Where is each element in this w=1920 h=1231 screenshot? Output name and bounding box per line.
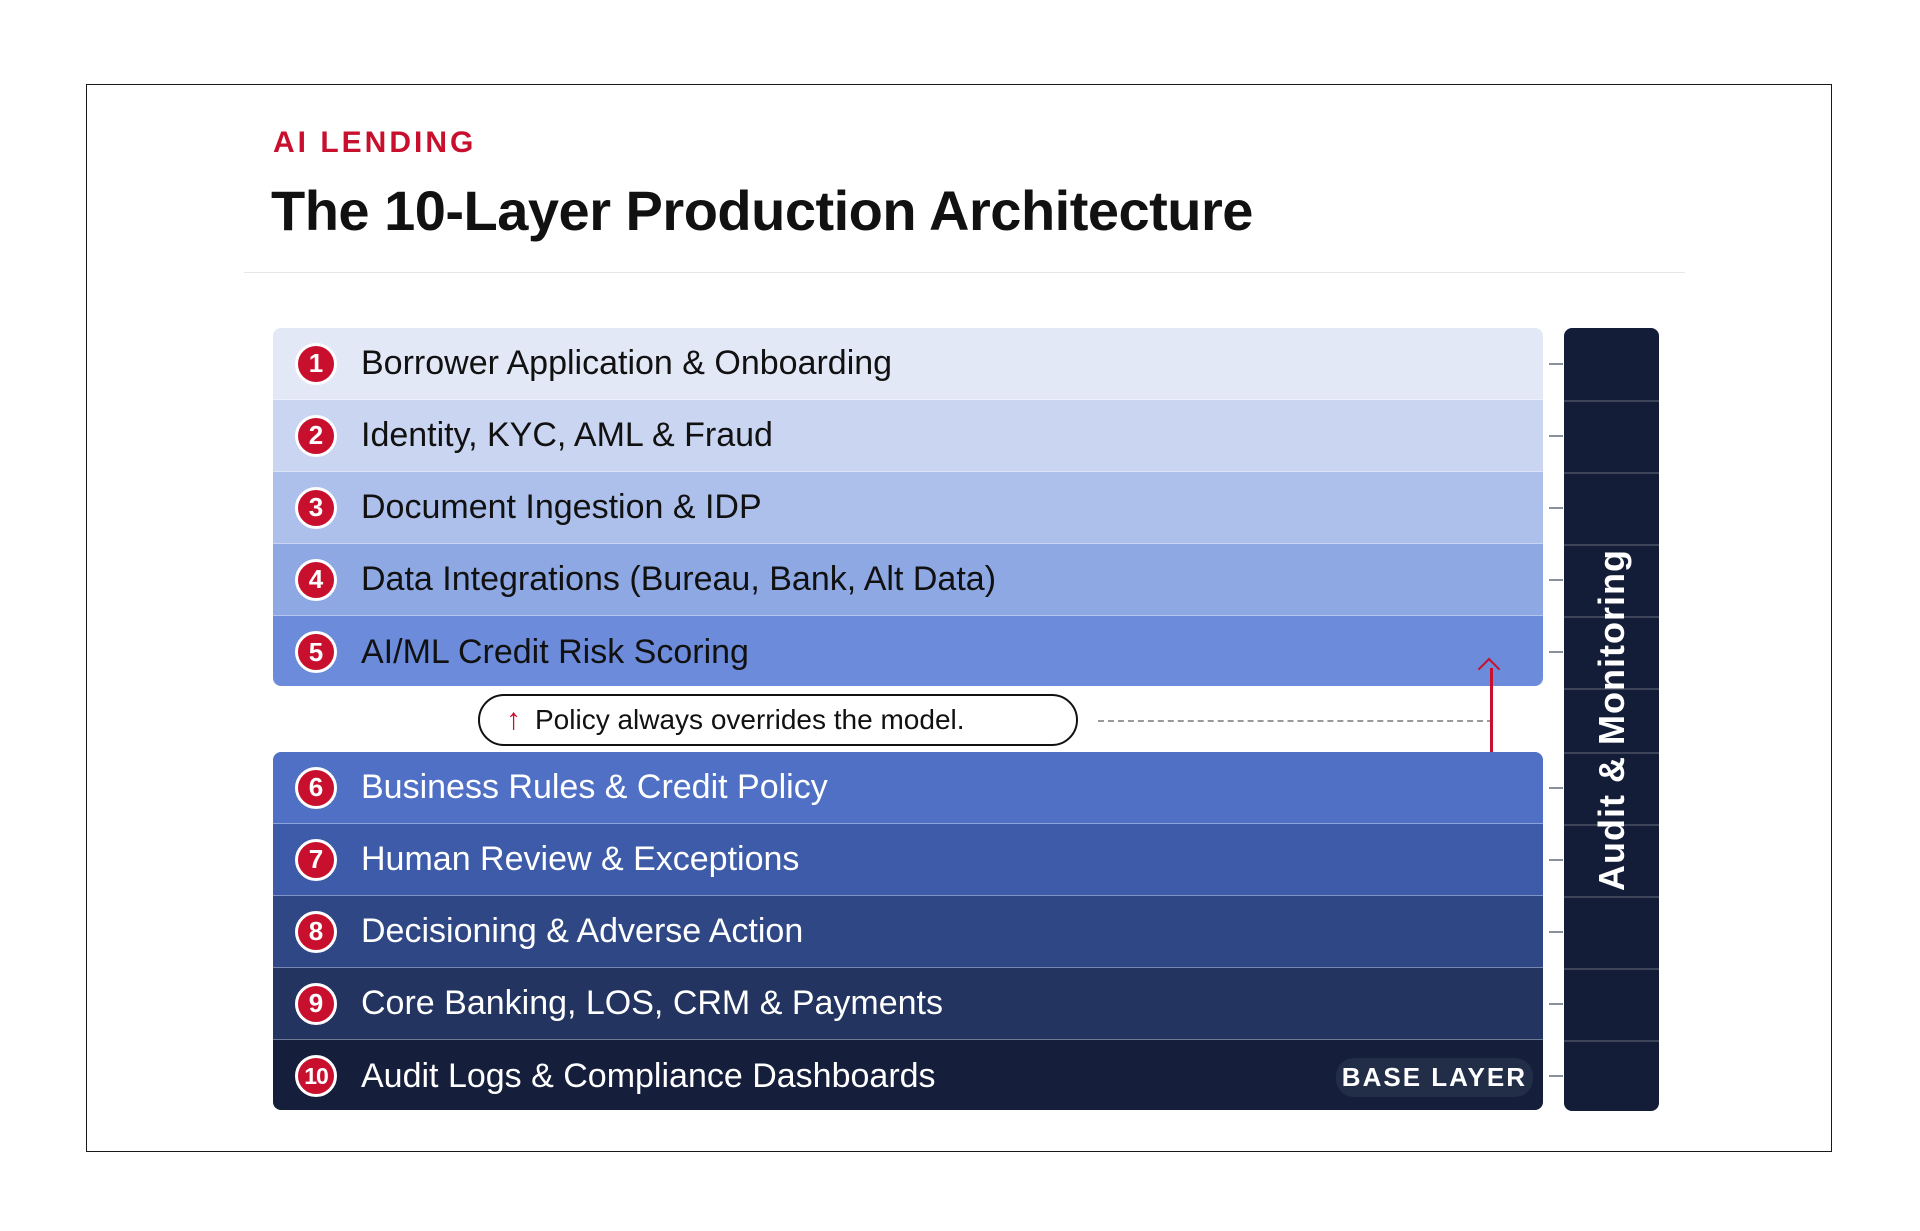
layer-label: Identity, KYC, AML & Fraud bbox=[361, 416, 773, 454]
layer-label: AI/ML Credit Risk Scoring bbox=[361, 632, 749, 671]
audit-bar-segment-divider bbox=[1564, 472, 1659, 474]
audit-bar-segment-divider bbox=[1564, 400, 1659, 402]
layer-number-badge: 3 bbox=[295, 486, 337, 529]
audit-bar-segment-divider bbox=[1564, 968, 1659, 970]
layer-row-5: 5 AI/ML Credit Risk Scoring bbox=[273, 616, 1543, 686]
layer-label: Decisioning & Adverse Action bbox=[361, 912, 804, 950]
base-layer-tag: BASE LAYER bbox=[1335, 1058, 1533, 1097]
policy-connector-line bbox=[1098, 720, 1493, 722]
layer-number-badge: 10 bbox=[295, 1055, 337, 1097]
audit-monitoring-label: Audit & Monitoring bbox=[1590, 548, 1632, 891]
audit-bar-segment-divider bbox=[1564, 752, 1659, 754]
eyebrow-label: AI LENDING bbox=[273, 126, 477, 159]
layer-connector-tick bbox=[1549, 435, 1563, 437]
layer-connector-tick bbox=[1549, 579, 1563, 581]
arrow-up-icon: ↑ bbox=[506, 703, 521, 736]
layer-label: Business Rules & Credit Policy bbox=[361, 768, 828, 806]
layer-number-badge: 7 bbox=[295, 838, 337, 881]
layer-number-badge: 9 bbox=[295, 982, 337, 1025]
layer-connector-tick bbox=[1549, 787, 1563, 789]
layer-row-7: 7 Human Review & Exceptions bbox=[273, 824, 1543, 896]
layer-label: Audit Logs & Compliance Dashboards bbox=[361, 1056, 936, 1095]
policy-note-text: Policy always overrides the model. bbox=[535, 704, 965, 735]
layer-label: Human Review & Exceptions bbox=[361, 840, 800, 878]
layer-number-badge: 1 bbox=[295, 342, 337, 385]
page-title: The 10-Layer Production Architecture bbox=[271, 179, 1253, 242]
layer-connector-tick bbox=[1549, 1003, 1563, 1005]
layer-connector-tick bbox=[1549, 651, 1563, 653]
layer-row-10: 10 Audit Logs & Compliance Dashboards BASE… bbox=[273, 1040, 1543, 1110]
layer-number-badge: 5 bbox=[295, 631, 337, 673]
layer-connector-tick bbox=[1549, 363, 1563, 365]
audit-bar-segment-divider bbox=[1564, 616, 1659, 618]
layer-label: Borrower Application & Onboarding bbox=[361, 344, 893, 382]
layer-row-8: 8 Decisioning & Adverse Action bbox=[273, 896, 1543, 968]
layer-connector-tick bbox=[1549, 859, 1563, 861]
layer-row-6: 6 Business Rules & Credit Policy bbox=[273, 752, 1543, 824]
layer-row-3: 3 Document Ingestion & IDP bbox=[273, 472, 1543, 544]
layer-connector-tick bbox=[1549, 931, 1563, 933]
audit-bar-segment-divider bbox=[1564, 824, 1659, 826]
audit-bar-segment-divider bbox=[1564, 896, 1659, 898]
layer-row-9: 9 Core Banking, LOS, CRM & Payments bbox=[273, 968, 1543, 1040]
audit-bar-segment-divider bbox=[1564, 1040, 1659, 1042]
layer-number-badge: 4 bbox=[295, 558, 337, 601]
layer-connector-tick bbox=[1549, 1075, 1563, 1077]
layer-row-1: 1 Borrower Application & Onboarding bbox=[273, 328, 1543, 400]
audit-bar-segment-divider bbox=[1564, 688, 1659, 690]
layer-number-badge: 8 bbox=[295, 910, 337, 953]
layer-connector-tick bbox=[1549, 507, 1563, 509]
layer-stack-lower: 6 Business Rules & Credit Policy 7 Human Re… bbox=[273, 752, 1543, 1110]
layer-label: Core Banking, LOS, CRM & Payments bbox=[361, 984, 944, 1022]
layer-row-2: 2 Identity, KYC, AML & Fraud bbox=[273, 400, 1543, 472]
layer-row-4: 4 Data Integrations (Bureau, Bank, Alt Da… bbox=[273, 544, 1543, 616]
layer-label: Document Ingestion & IDP bbox=[361, 488, 762, 526]
layer-label: Data Integrations (Bureau, Bank, Alt Dat… bbox=[361, 560, 997, 598]
layer-stack-upper: 1 Borrower Application & Onboarding 2 Ident… bbox=[273, 328, 1543, 686]
policy-note: ↑ Policy always overrides the model. bbox=[478, 694, 1078, 746]
audit-bar-segment-divider bbox=[1564, 544, 1659, 546]
layer-number-badge: 2 bbox=[295, 414, 337, 457]
header-divider bbox=[244, 272, 1685, 273]
audit-monitoring-bar: Audit & Monitoring bbox=[1564, 328, 1659, 1111]
layer-number-badge: 6 bbox=[295, 766, 337, 809]
